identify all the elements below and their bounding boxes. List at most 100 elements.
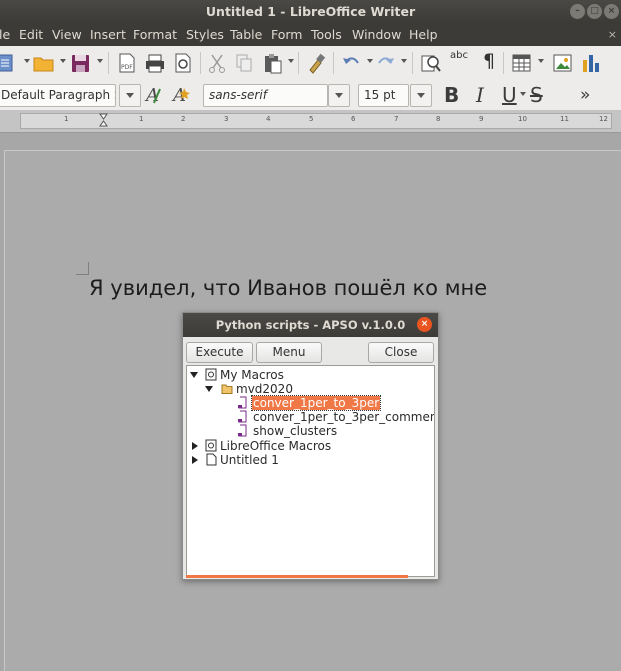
tree-node-mvd2020[interactable]: mvd2020 bbox=[187, 382, 432, 396]
collapsed-arrow-icon[interactable] bbox=[192, 442, 198, 450]
italic-button[interactable]: I bbox=[476, 82, 484, 108]
insert-chart-icon[interactable] bbox=[580, 52, 602, 74]
menu-tools[interactable]: Tools bbox=[311, 24, 342, 46]
paragraph-style-box[interactable]: Default Paragraph S bbox=[0, 84, 116, 107]
menu-view[interactable]: View bbox=[52, 24, 82, 46]
ruler-tick: 11 bbox=[560, 115, 569, 123]
tree-node-label: conver_1per_to_3per bbox=[250, 395, 382, 411]
menu-insert[interactable]: Insert bbox=[90, 24, 126, 46]
tree-node-my-macros[interactable]: My Macros bbox=[187, 368, 432, 382]
macro-library-icon bbox=[205, 439, 217, 452]
expanded-arrow-icon[interactable] bbox=[205, 386, 213, 392]
underline-button[interactable]: U bbox=[502, 82, 517, 108]
dialog-close-icon[interactable]: × bbox=[417, 317, 432, 332]
redo-dropdown-arrow[interactable] bbox=[401, 59, 407, 63]
paste-icon[interactable] bbox=[262, 52, 284, 74]
menu-form[interactable]: Form bbox=[271, 24, 303, 46]
tree-node-label: conver_1per_to_3per_comment bbox=[253, 410, 435, 424]
new-style-icon[interactable]: A bbox=[171, 83, 193, 105]
spelling-icon[interactable]: abc bbox=[450, 50, 468, 72]
export-pdf-icon[interactable]: PDF bbox=[116, 52, 138, 74]
underline-dropdown-arrow[interactable] bbox=[520, 92, 526, 96]
document-icon bbox=[206, 453, 217, 466]
update-style-icon[interactable]: A bbox=[144, 83, 166, 105]
font-size-box[interactable]: 15 pt bbox=[358, 84, 409, 107]
new-document-icon[interactable] bbox=[0, 52, 14, 74]
horizontal-ruler[interactable]: 1 1 2 3 4 5 6 7 8 9 10 11 12 bbox=[20, 113, 612, 129]
svg-text:PDF: PDF bbox=[121, 64, 133, 71]
find-replace-icon[interactable] bbox=[420, 52, 442, 74]
tree-node-script-selected[interactable]: conver_1per_to_3per bbox=[187, 395, 432, 411]
insert-image-icon[interactable] bbox=[552, 52, 574, 74]
undo-icon[interactable] bbox=[340, 52, 362, 74]
undo-dropdown-arrow[interactable] bbox=[367, 59, 373, 63]
ruler-tick: 3 bbox=[224, 115, 229, 123]
ruler-bar: 1 1 2 3 4 5 6 7 8 9 10 11 12 bbox=[0, 110, 621, 133]
ruler-tick: 9 bbox=[479, 115, 484, 123]
clone-formatting-icon[interactable] bbox=[305, 52, 327, 74]
macro-library-icon bbox=[205, 368, 217, 381]
tree-node-label: show_clusters bbox=[253, 424, 338, 438]
menu-edit[interactable]: Edit bbox=[19, 24, 43, 46]
menu-help[interactable]: Help bbox=[409, 24, 438, 46]
ruler-tick: 1 bbox=[139, 115, 144, 123]
ruler-tick: 5 bbox=[309, 115, 314, 123]
ruler-tick: 6 bbox=[351, 115, 356, 123]
strikethrough-button[interactable]: S bbox=[530, 82, 543, 108]
print-icon[interactable] bbox=[144, 52, 166, 74]
save-icon[interactable] bbox=[70, 52, 92, 74]
document-text[interactable]: Я увидел, что Иванов пошёл ко мне bbox=[89, 276, 487, 300]
execute-button[interactable]: Execute bbox=[186, 342, 253, 363]
menu-window[interactable]: Window bbox=[352, 24, 401, 46]
minimize-icon[interactable]: – bbox=[570, 4, 585, 19]
macro-tree[interactable]: My Macros mvd2020 conver_1per_to_3per co… bbox=[186, 365, 435, 577]
ruler-tick: 12 bbox=[599, 115, 608, 123]
close-button[interactable]: Close bbox=[368, 342, 434, 363]
expanded-arrow-icon[interactable] bbox=[190, 372, 198, 378]
horizontal-scrollbar[interactable] bbox=[186, 575, 408, 578]
cut-icon[interactable] bbox=[207, 52, 227, 74]
tree-node-label: Untitled 1 bbox=[220, 453, 279, 467]
menu-styles[interactable]: Styles bbox=[186, 24, 224, 46]
tree-node-script[interactable]: conver_1per_to_3per_comment bbox=[187, 410, 435, 424]
paragraph-style-dropdown[interactable] bbox=[119, 84, 141, 107]
ruler-tick: 7 bbox=[394, 115, 399, 123]
font-name-box[interactable]: sans-serif bbox=[203, 84, 328, 107]
tree-node-label: LibreOffice Macros bbox=[220, 439, 332, 453]
menu-file[interactable]: le bbox=[0, 24, 10, 46]
bold-button[interactable]: B bbox=[444, 82, 459, 108]
save-dropdown-arrow[interactable] bbox=[97, 59, 103, 63]
insert-table-icon[interactable] bbox=[511, 52, 533, 74]
ruler-tick: 1 bbox=[64, 115, 69, 123]
more-options-button[interactable]: » bbox=[580, 82, 590, 108]
window-close-icon[interactable]: × bbox=[604, 4, 619, 19]
collapsed-arrow-icon[interactable] bbox=[192, 456, 198, 464]
standard-toolbar: PDF abc ¶ bbox=[0, 46, 621, 80]
dialog-titlebar[interactable]: Python scripts - APSO v.1.0.0 × bbox=[183, 313, 438, 337]
indent-marker-icon[interactable] bbox=[99, 113, 108, 127]
print-preview-icon[interactable] bbox=[172, 52, 194, 74]
tree-node-libreoffice-macros[interactable]: LibreOffice Macros bbox=[187, 439, 432, 453]
copy-icon[interactable] bbox=[234, 52, 254, 74]
text-boundary-mark bbox=[76, 262, 89, 275]
font-name-dropdown[interactable] bbox=[328, 84, 350, 107]
menu-format[interactable]: Format bbox=[133, 24, 177, 46]
paste-dropdown-arrow[interactable] bbox=[288, 59, 294, 63]
table-dropdown-arrow[interactable] bbox=[538, 59, 544, 63]
window-title: Untitled 1 - LibreOffice Writer bbox=[205, 4, 416, 19]
menu-button[interactable]: Menu bbox=[256, 342, 322, 363]
formatting-toolbar: Default Paragraph S A A sans-serif 15 pt… bbox=[0, 80, 621, 110]
tree-node-script[interactable]: show_clusters bbox=[187, 424, 432, 438]
tree-node-untitled-1[interactable]: Untitled 1 bbox=[187, 453, 432, 467]
close-document-icon[interactable]: × bbox=[608, 24, 617, 46]
apso-dialog: Python scripts - APSO v.1.0.0 × Execute … bbox=[182, 312, 439, 580]
font-size-dropdown[interactable] bbox=[410, 84, 432, 107]
maximize-icon[interactable]: □ bbox=[587, 4, 602, 19]
menubar: le Edit View Insert Format Styles Table … bbox=[0, 24, 621, 46]
open-dropdown-arrow[interactable] bbox=[60, 59, 66, 63]
formatting-marks-icon[interactable]: ¶ bbox=[483, 50, 495, 72]
open-folder-icon[interactable] bbox=[33, 52, 55, 74]
menu-table[interactable]: Table bbox=[230, 24, 262, 46]
redo-icon[interactable] bbox=[375, 52, 397, 74]
new-dropdown-arrow[interactable] bbox=[24, 59, 30, 63]
